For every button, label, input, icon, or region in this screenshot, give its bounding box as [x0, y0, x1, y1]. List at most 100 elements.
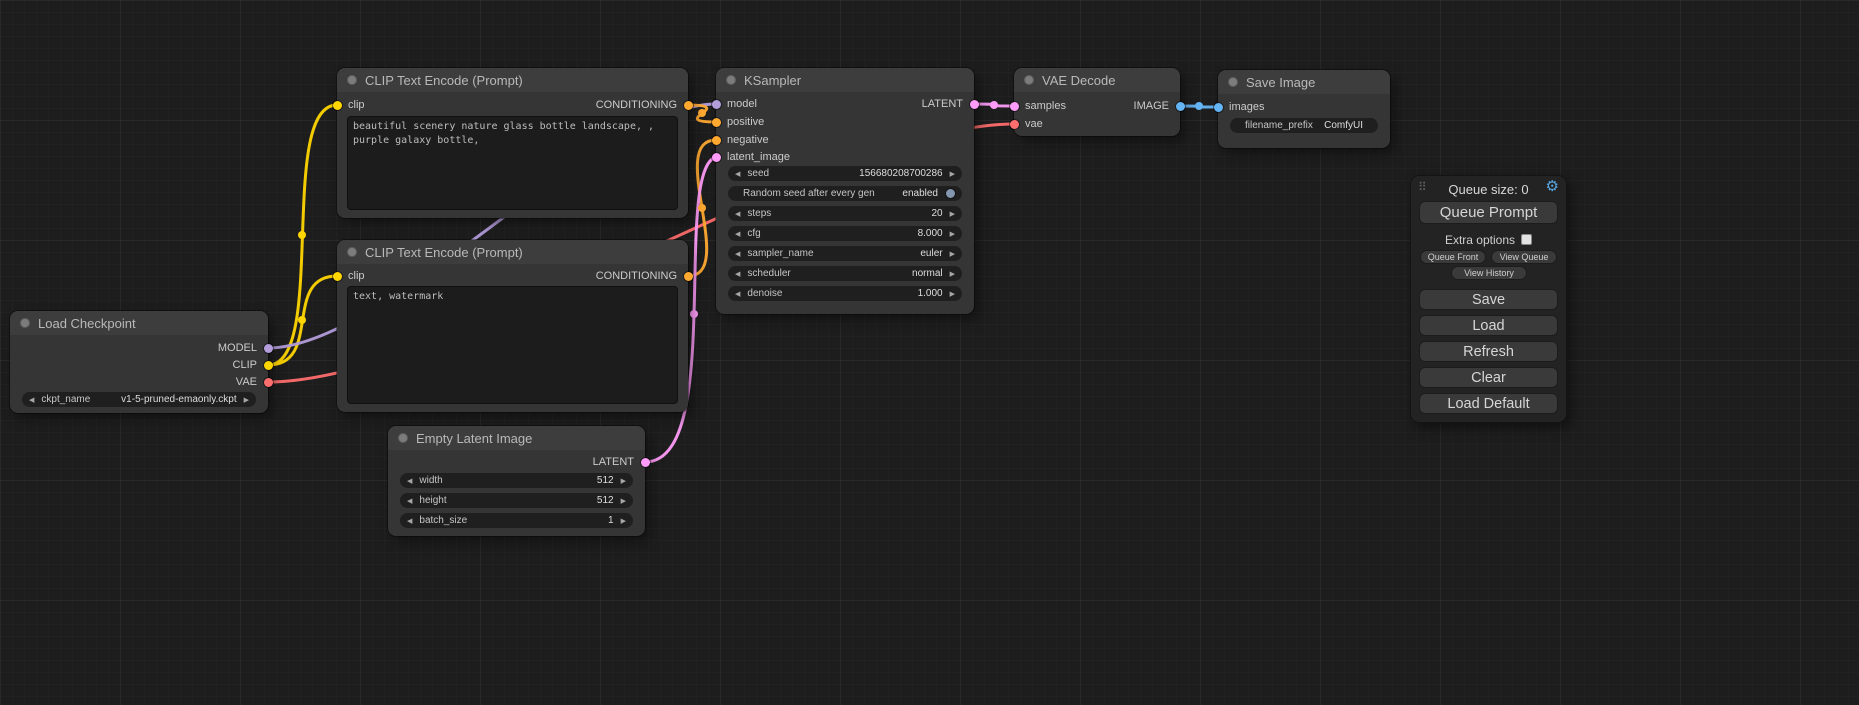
model-output-port[interactable]	[264, 344, 273, 353]
random-seed-toggle-widget[interactable]: Random seed after every gen enabled	[728, 186, 962, 201]
node-clip-text-encode-positive[interactable]: CLIP Text Encode (Prompt) clip CONDITION…	[337, 68, 688, 218]
widget-value[interactable]: 1	[608, 515, 614, 526]
decrement-arrow-icon[interactable]: ◀	[735, 170, 740, 178]
scheduler-widget[interactable]: ◀ scheduler normal ▶	[728, 266, 962, 281]
increment-arrow-icon[interactable]: ▶	[621, 497, 626, 505]
filename-prefix-widget[interactable]: filename_prefix ComfyUI	[1230, 118, 1378, 133]
decrement-arrow-icon[interactable]: ◀	[735, 210, 740, 218]
images-input-port[interactable]	[1214, 103, 1223, 112]
slot-row: vae	[1014, 116, 1180, 132]
node-titlebar[interactable]: CLIP Text Encode (Prompt)	[337, 240, 688, 264]
ckpt-name-widget[interactable]: ◀ ckpt_name v1-5-pruned-emaonly.ckpt ▶	[22, 392, 256, 407]
negative-input-port[interactable]	[712, 136, 721, 145]
decrement-arrow-icon[interactable]: ◀	[735, 250, 740, 258]
queue-front-button[interactable]: Queue Front	[1420, 250, 1486, 264]
widget-value[interactable]: 156680208700286	[859, 168, 942, 179]
increment-arrow-icon[interactable]: ▶	[950, 210, 955, 218]
negative-prompt-textarea[interactable]: text, watermark	[347, 286, 678, 404]
decrement-arrow-icon[interactable]: ◀	[29, 396, 34, 404]
increment-arrow-icon[interactable]: ▶	[950, 230, 955, 238]
node-titlebar[interactable]: Load Checkpoint	[10, 311, 268, 335]
load-default-button[interactable]: Load Default	[1419, 393, 1558, 414]
widget-value[interactable]: v1-5-pruned-emaonly.ckpt	[121, 394, 236, 405]
height-widget[interactable]: ◀ height 512 ▶	[400, 493, 633, 508]
increment-arrow-icon[interactable]: ▶	[950, 290, 955, 298]
sampler-name-widget[interactable]: ◀ sampler_name euler ▶	[728, 246, 962, 261]
refresh-button[interactable]: Refresh	[1419, 341, 1558, 362]
increment-arrow-icon[interactable]: ▶	[950, 270, 955, 278]
increment-arrow-icon[interactable]: ▶	[950, 170, 955, 178]
batch-size-widget[interactable]: ◀ batch_size 1 ▶	[400, 513, 633, 528]
node-titlebar[interactable]: CLIP Text Encode (Prompt)	[337, 68, 688, 92]
conditioning-output-port[interactable]	[684, 272, 693, 281]
node-titlebar[interactable]: Save Image	[1218, 70, 1390, 94]
node-ksampler[interactable]: KSampler model LATENT positive negative …	[716, 68, 974, 314]
widget-value[interactable]: 512	[597, 475, 614, 486]
increment-arrow-icon[interactable]: ▶	[950, 250, 955, 258]
increment-arrow-icon[interactable]: ▶	[621, 517, 626, 525]
link-samples	[974, 104, 1014, 106]
widget-value[interactable]: 512	[597, 495, 614, 506]
collapse-dot[interactable]	[20, 318, 30, 328]
node-vae-decode[interactable]: VAE Decode samples IMAGE vae	[1014, 68, 1180, 136]
load-button[interactable]: Load	[1419, 315, 1558, 336]
decrement-arrow-icon[interactable]: ◀	[735, 270, 740, 278]
steps-widget[interactable]: ◀ steps 20 ▶	[728, 206, 962, 221]
collapse-dot[interactable]	[1228, 77, 1238, 87]
decrement-arrow-icon[interactable]: ◀	[407, 497, 412, 505]
collapse-dot[interactable]	[347, 247, 357, 257]
queue-size-label: Queue size: 0	[1411, 182, 1566, 197]
vae-input-port[interactable]	[1010, 120, 1019, 129]
model-input-port[interactable]	[712, 100, 721, 109]
increment-arrow-icon[interactable]: ▶	[621, 477, 626, 485]
clear-button[interactable]: Clear	[1419, 367, 1558, 388]
latent-output-port[interactable]	[970, 100, 979, 109]
latent-output-port[interactable]	[641, 458, 650, 467]
samples-input-port[interactable]	[1010, 102, 1019, 111]
widget-value[interactable]: 8.000	[918, 228, 943, 239]
node-titlebar[interactable]: Empty Latent Image	[388, 426, 645, 450]
clip-input-port[interactable]	[333, 272, 342, 281]
node-load-checkpoint[interactable]: Load Checkpoint MODEL CLIP VAE ◀ ckpt_na…	[10, 311, 268, 413]
save-button[interactable]: Save	[1419, 289, 1558, 310]
latent-image-input-port[interactable]	[712, 153, 721, 162]
node-titlebar[interactable]: VAE Decode	[1014, 68, 1180, 92]
decrement-arrow-icon[interactable]: ◀	[407, 477, 412, 485]
widget-value[interactable]: 1.000	[918, 288, 943, 299]
node-title: Empty Latent Image	[416, 431, 532, 446]
seed-widget[interactable]: ◀ seed 156680208700286 ▶	[728, 166, 962, 181]
node-save-image[interactable]: Save Image images filename_prefix ComfyU…	[1218, 70, 1390, 148]
queue-prompt-button[interactable]: Queue Prompt	[1419, 201, 1558, 224]
collapse-dot[interactable]	[1024, 75, 1034, 85]
increment-arrow-icon[interactable]: ▶	[244, 396, 249, 404]
vae-output-port[interactable]	[264, 378, 273, 387]
positive-input-port[interactable]	[712, 118, 721, 127]
view-queue-button[interactable]: View Queue	[1491, 250, 1557, 264]
clip-output-port[interactable]	[264, 361, 273, 370]
node-empty-latent-image[interactable]: Empty Latent Image LATENT ◀ width 512 ▶ …	[388, 426, 645, 536]
widget-value[interactable]: ComfyUI	[1324, 120, 1363, 131]
cfg-widget[interactable]: ◀ cfg 8.000 ▶	[728, 226, 962, 241]
collapse-dot[interactable]	[398, 433, 408, 443]
input-label: model	[727, 96, 757, 112]
decrement-arrow-icon[interactable]: ◀	[735, 290, 740, 298]
clip-input-port[interactable]	[333, 101, 342, 110]
view-history-button[interactable]: View History	[1451, 266, 1527, 280]
node-titlebar[interactable]: KSampler	[716, 68, 974, 92]
decrement-arrow-icon[interactable]: ◀	[735, 230, 740, 238]
collapse-dot[interactable]	[347, 75, 357, 85]
collapse-dot[interactable]	[726, 75, 736, 85]
widget-value[interactable]: normal	[912, 268, 943, 279]
decrement-arrow-icon[interactable]: ◀	[407, 517, 412, 525]
image-output-port[interactable]	[1176, 102, 1185, 111]
width-widget[interactable]: ◀ width 512 ▶	[400, 473, 633, 488]
positive-prompt-textarea[interactable]: beautiful scenery nature glass bottle la…	[347, 116, 678, 210]
settings-gear-icon[interactable]: ⚙	[1546, 179, 1559, 195]
extra-options-checkbox[interactable]	[1521, 234, 1532, 245]
widget-value[interactable]: euler	[920, 248, 942, 259]
widget-value[interactable]: 20	[931, 208, 942, 219]
node-clip-text-encode-negative[interactable]: CLIP Text Encode (Prompt) clip CONDITION…	[337, 240, 688, 412]
conditioning-output-port[interactable]	[684, 101, 693, 110]
toggle-knob[interactable]	[946, 189, 955, 198]
denoise-widget[interactable]: ◀ denoise 1.000 ▶	[728, 286, 962, 301]
